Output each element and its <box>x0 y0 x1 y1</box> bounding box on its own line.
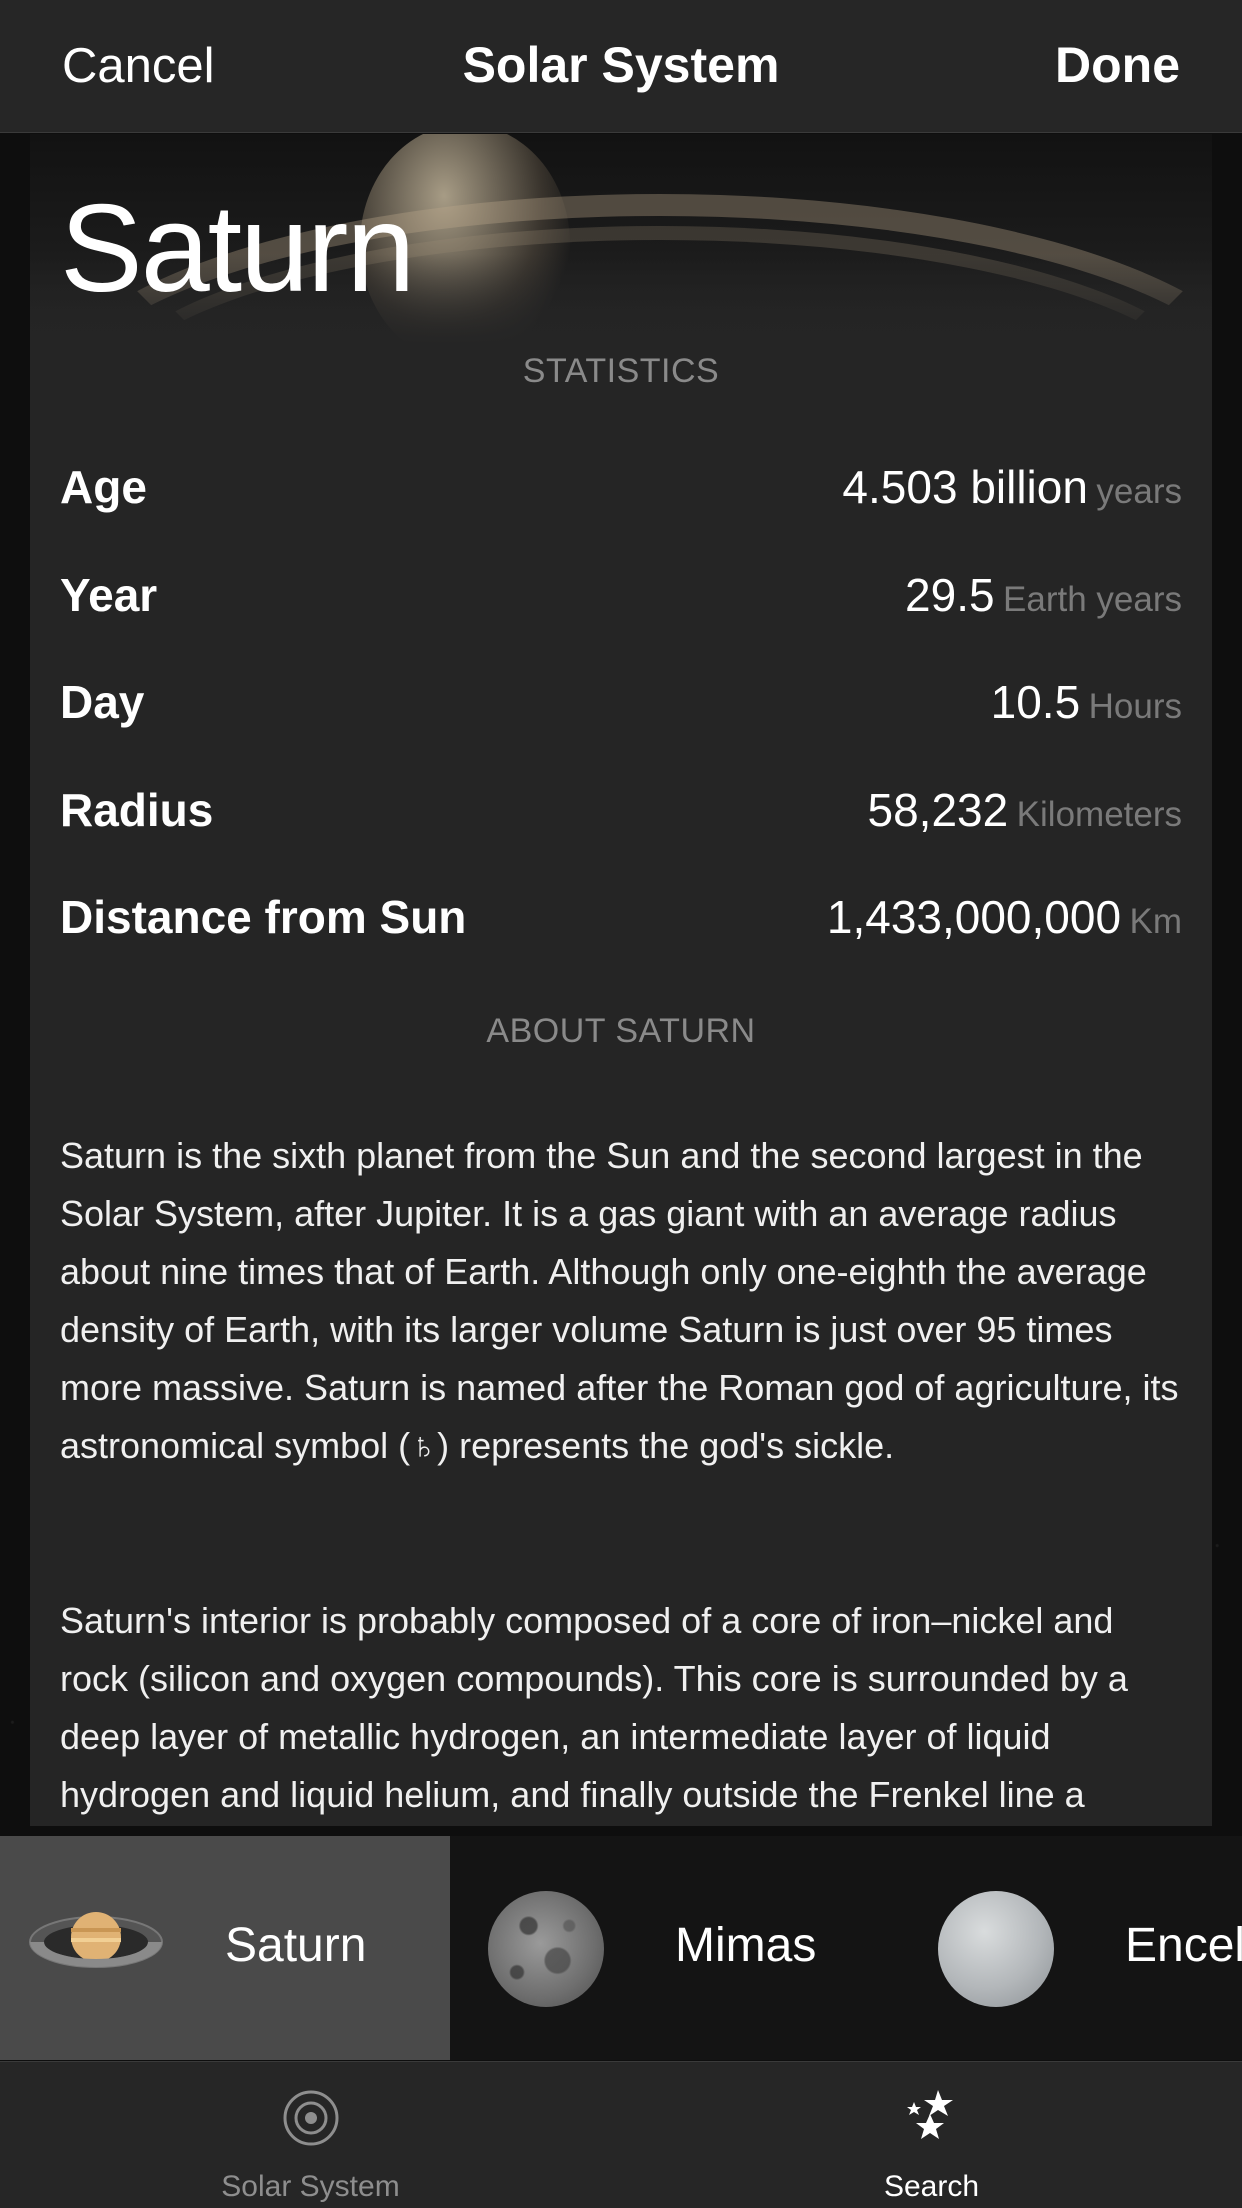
stat-row-age: Age 4.503 billion years <box>60 450 1182 520</box>
carousel-item-mimas[interactable]: Mimas <box>450 1836 900 2060</box>
tab-label: Search <box>883 2170 980 2203</box>
stat-value: 10.5 <box>990 676 1081 728</box>
tab-solar-system[interactable]: Solar System <box>0 2062 621 2208</box>
tab-label: Solar System <box>221 2170 400 2203</box>
stat-label: Distance from Sun <box>60 891 467 943</box>
statistics-header: STATISTICS <box>522 352 720 390</box>
navigation-bar: Cancel Solar System Done <box>0 0 1242 133</box>
stat-row-radius: Radius 58,232 Kilometers <box>60 773 1182 843</box>
planet-hero-image: Saturn <box>30 134 1212 344</box>
cancel-button[interactable]: Cancel <box>62 38 215 94</box>
planet-detail-card[interactable]: Saturn STATISTICS Age 4.503 billion year… <box>30 134 1212 1826</box>
stat-unit: Km <box>1129 902 1183 941</box>
stat-unit: Earth years <box>1003 580 1182 619</box>
stat-row-day: Day 10.5 Hours <box>60 665 1182 735</box>
carousel-item-saturn[interactable]: Saturn <box>0 1836 450 2060</box>
stat-label: Age <box>60 461 147 513</box>
stat-row-distance: Distance from Sun 1,433,000,000 Km <box>60 880 1182 950</box>
stat-unit: Kilometers <box>1016 795 1182 834</box>
about-paragraph: Saturn is the sixth planet from the Sun … <box>60 1135 1179 1466</box>
about-header: ABOUT SATURN <box>486 1012 756 1050</box>
orbit-icon <box>283 2090 338 2146</box>
tab-bar: Solar System Search <box>0 2061 1242 2208</box>
stat-value: 29.5 <box>905 569 995 621</box>
stat-label: Year <box>60 569 158 621</box>
stat-row-year: Year 29.5 Earth years <box>60 558 1182 628</box>
carousel-label: Mimas <box>675 1919 817 1972</box>
tab-search[interactable]: Search <box>621 2062 1242 2208</box>
stat-unit: years <box>1096 472 1182 511</box>
stat-label: Radius <box>60 784 214 836</box>
stat-value: 1,433,000,000 <box>826 891 1122 943</box>
carousel-label: Enceladus <box>1125 1919 1242 1972</box>
done-button[interactable]: Done <box>1055 36 1180 94</box>
carousel-label: Saturn <box>225 1919 367 1972</box>
bodies-carousel[interactable]: Saturn Mimas Enceladus <box>0 1836 1242 2060</box>
stat-label: Day <box>60 676 145 728</box>
about-paragraph: Saturn's interior is probably composed o… <box>60 1600 1128 1815</box>
planet-title: Saturn <box>60 180 415 318</box>
stat-value: 4.503 billion <box>842 461 1088 513</box>
mimas-thumbnail <box>488 1891 604 2007</box>
carousel-item-enceladus[interactable]: Enceladus <box>900 1836 1242 2060</box>
stars-icon <box>906 2090 953 2139</box>
enceladus-thumbnail <box>938 1891 1054 2007</box>
stat-unit: Hours <box>1088 687 1182 726</box>
saturn-thumbnail <box>29 1912 163 1968</box>
stat-value: 58,232 <box>867 784 1009 836</box>
